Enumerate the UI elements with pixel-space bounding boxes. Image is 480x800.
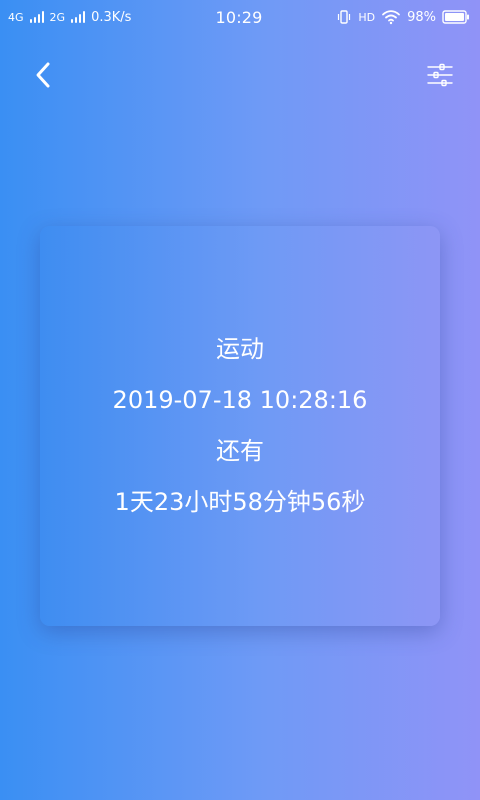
settings-button[interactable] [420, 54, 460, 96]
wifi-icon [381, 9, 401, 25]
event-title: 运动 [216, 335, 264, 364]
signal-strength-icon-2 [71, 11, 86, 23]
sliders-icon [427, 63, 453, 87]
countdown-card: 运动 2019-07-18 10:28:16 还有 1天23小时58分钟56秒 [40, 226, 440, 626]
countdown-value: 1天23小时58分钟56秒 [114, 487, 366, 516]
chevron-left-icon [36, 62, 50, 88]
status-right: HD 98% [280, 9, 470, 25]
event-datetime: 2019-07-18 10:28:16 [112, 386, 368, 415]
back-button[interactable] [24, 54, 62, 96]
status-time: 10:29 [215, 7, 263, 27]
screen: 4G 2G 0.3K/s 10:29 HD 98% 运动 2019-07-18 … [0, 0, 480, 800]
status-left: 4G 2G 0.3K/s [8, 10, 198, 25]
remaining-label: 还有 [216, 437, 264, 465]
status-bar: 4G 2G 0.3K/s 10:29 HD 98% [0, 0, 480, 34]
signal-strength-icon [29, 11, 44, 23]
hd-label: HD [358, 10, 376, 24]
top-bar [0, 54, 480, 96]
network-type-1: 4G [8, 10, 24, 24]
battery-icon [442, 10, 470, 24]
network-speed: 0.3K/s [91, 9, 132, 25]
network-type-2: 2G [49, 10, 66, 24]
battery-percentage: 98% [407, 9, 436, 25]
vibrate-icon [336, 9, 352, 25]
